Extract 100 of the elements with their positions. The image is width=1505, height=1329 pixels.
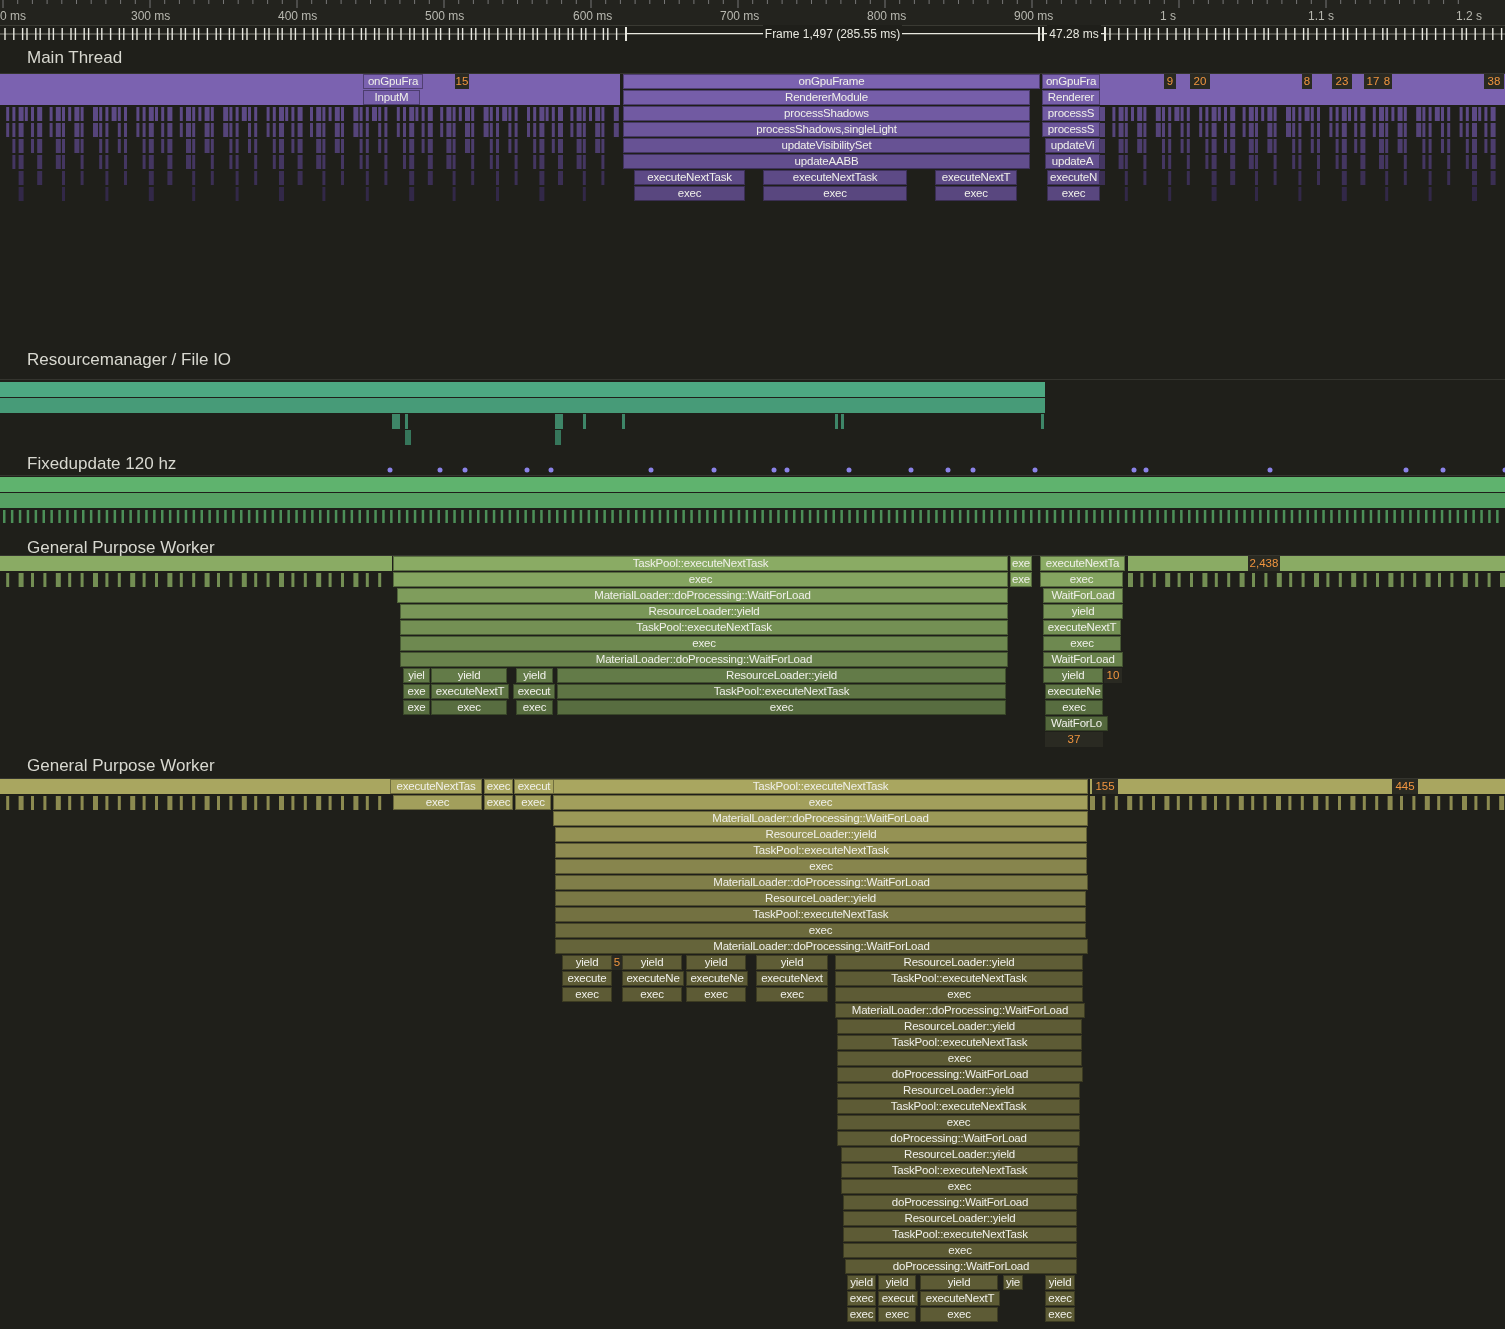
zone-bar[interactable]: executeNe — [622, 971, 684, 986]
zone-bar[interactable]: yield — [878, 1275, 916, 1290]
zone-bar[interactable]: Renderer — [1042, 90, 1100, 105]
zone-bar[interactable]: exec — [516, 700, 553, 715]
zone-bar[interactable]: MaterialLoader::doProcessing::WaitForLoad — [835, 1003, 1085, 1018]
zone-count[interactable]: 15 — [455, 74, 469, 89]
zone-bar[interactable]: exec — [1045, 1307, 1075, 1322]
zone-bar[interactable]: exec — [686, 987, 746, 1002]
zone-bar[interactable]: exec — [1045, 1291, 1075, 1306]
zone-bar[interactable]: ResourceLoader::yield — [837, 1019, 1082, 1034]
zone-bar[interactable]: doProcessing::WaitForLoad — [845, 1259, 1077, 1274]
zone-bar[interactable]: exe — [403, 700, 430, 715]
zone-count[interactable]: 20 — [1190, 74, 1210, 89]
zone-bar[interactable]: ResourceLoader::yield — [843, 1211, 1077, 1226]
zone-bar[interactable]: onGpuFrame — [623, 74, 1040, 89]
zone-bar[interactable]: yiel — [403, 668, 430, 683]
track-title[interactable]: Fixedupdate 120 hz — [27, 455, 177, 472]
zone-bar[interactable]: executeNext — [756, 971, 828, 986]
zone-bar[interactable]: TaskPool::executeNextTask — [837, 1099, 1080, 1114]
zone-bar[interactable]: execut — [878, 1291, 918, 1306]
zone-bar[interactable]: executeNextTask — [763, 170, 907, 185]
zone-count[interactable]: 17 — [1364, 74, 1382, 89]
zone-bar[interactable]: processShadows,singleLight — [623, 122, 1030, 137]
zone-bar[interactable]: yield — [431, 668, 507, 683]
zone-count[interactable]: 10 — [1104, 668, 1122, 683]
zone-bar[interactable]: exec — [847, 1291, 876, 1306]
zone-count[interactable]: 155 — [1092, 779, 1118, 794]
zone-count[interactable]: 445 — [1392, 779, 1418, 794]
track-title[interactable]: Main Thread — [27, 49, 123, 66]
zone-bar[interactable]: TaskPool::executeNextTask — [843, 1227, 1077, 1242]
zone-bar[interactable]: ResourceLoader::yield — [557, 668, 1006, 683]
zone-bar[interactable]: exe — [403, 684, 430, 699]
zone-bar[interactable]: yield — [756, 955, 828, 970]
zone-bar[interactable]: processS — [1042, 106, 1100, 121]
zone-bar[interactable]: ResourceLoader::yield — [555, 891, 1086, 906]
zone-bar[interactable]: processS — [1042, 122, 1100, 137]
zone-bar[interactable]: exec — [555, 923, 1086, 938]
zone-bar[interactable]: exec — [835, 987, 1083, 1002]
zone-bar[interactable]: TaskPool::executeNextTask — [835, 971, 1083, 986]
zone-bar[interactable]: executeN — [1047, 170, 1100, 185]
zone-bar[interactable]: InputM — [363, 90, 420, 105]
zone-bar[interactable]: MaterialLoader::doProcessing::WaitForLoad — [400, 652, 1008, 667]
zone-bar[interactable]: yield — [1043, 668, 1103, 683]
zone-bar[interactable]: executeNe — [1045, 684, 1103, 699]
track-title[interactable]: Resourcemanager / File IO — [27, 351, 232, 368]
zone-bar[interactable]: doProcessing::WaitForLoad — [843, 1195, 1077, 1210]
zone-bar[interactable]: exec — [935, 186, 1017, 201]
zone-bar[interactable]: executeNextTask — [634, 170, 745, 185]
zone-bar[interactable]: processShadows — [623, 106, 1030, 121]
zone-bar[interactable]: MaterialLoader::doProcessing::WaitForLoad — [555, 939, 1088, 954]
zone-bar[interactable]: doProcessing::WaitForLoad — [837, 1067, 1083, 1082]
zone-bar[interactable]: exec — [1043, 636, 1121, 651]
zone-bar[interactable]: exec — [841, 1179, 1078, 1194]
zone-count[interactable]: 2,438 — [1248, 556, 1280, 571]
zone-bar[interactable]: TaskPool::executeNextTask — [400, 620, 1008, 635]
zone-bar[interactable]: yield — [562, 955, 612, 970]
zone-bar[interactable]: yield — [516, 668, 553, 683]
zone-bar[interactable]: onGpuFra — [1042, 74, 1100, 89]
zone-bar[interactable]: updateVisibilitySet — [623, 138, 1030, 153]
zone-bar[interactable]: doProcessing::WaitForLoad — [837, 1131, 1080, 1146]
zone-bar[interactable]: exec — [555, 859, 1087, 874]
zone-bar[interactable]: exec — [843, 1243, 1077, 1258]
zone-count[interactable]: 8 — [1382, 74, 1392, 89]
zone-bar[interactable]: exec — [837, 1051, 1082, 1066]
zone-bar[interactable]: TaskPool::executeNextTask — [555, 843, 1087, 858]
zone-bar[interactable]: yield — [686, 955, 746, 970]
zone-bar[interactable]: WaitForLo — [1045, 716, 1108, 731]
zone-bar[interactable]: exec — [847, 1307, 876, 1322]
zone-bar[interactable]: exec — [1045, 700, 1103, 715]
track-title[interactable]: General Purpose Worker — [27, 756, 215, 774]
zone-count[interactable]: 8 — [1302, 74, 1312, 89]
zone-bar[interactable]: updateAABB — [623, 154, 1030, 169]
zone-bar[interactable]: executeNextT — [935, 170, 1017, 185]
zone-bar[interactable]: execute — [562, 971, 612, 986]
zone-bar[interactable]: updateVi — [1045, 138, 1100, 153]
zone-bar[interactable]: exec — [557, 700, 1006, 715]
zone-bar[interactable]: exec — [634, 186, 745, 201]
zone-count[interactable]: 23 — [1332, 74, 1352, 89]
zone-bar[interactable]: executeNextT — [1043, 620, 1121, 635]
zone-bar[interactable]: yield — [622, 955, 682, 970]
zone-bar[interactable]: exec — [920, 1307, 998, 1322]
zone-bar[interactable]: MaterialLoader::doProcessing::WaitForLoad — [555, 875, 1088, 890]
zone-bar[interactable]: yield — [920, 1275, 998, 1290]
zone-count[interactable]: 38 — [1484, 74, 1504, 89]
zone-bar[interactable]: exec — [622, 987, 682, 1002]
zone-bar[interactable]: updateA — [1045, 154, 1100, 169]
zone-bar[interactable]: exec — [431, 700, 507, 715]
zone-bar[interactable]: executeNextT — [431, 684, 509, 699]
track-title[interactable]: General Purpose Worker — [27, 539, 215, 556]
zone-bar[interactable]: exec — [756, 987, 828, 1002]
zone-bar[interactable]: ResourceLoader::yield — [841, 1147, 1078, 1162]
frame-span[interactable]: Frame 1,497 (285.55 ms) — [625, 27, 1040, 41]
zone-count[interactable]: 37 — [1045, 732, 1103, 747]
zone-count[interactable]: 5 — [612, 955, 622, 970]
zone-bar[interactable]: exec — [562, 987, 612, 1002]
zone-bar[interactable]: WaitForLoad — [1043, 652, 1123, 667]
zone-bar[interactable]: exec — [763, 186, 907, 201]
zone-bar[interactable]: TaskPool::executeNextTask — [557, 684, 1006, 699]
zone-bar[interactable]: execut — [513, 684, 555, 699]
zone-bar[interactable]: TaskPool::executeNextTask — [841, 1163, 1078, 1178]
